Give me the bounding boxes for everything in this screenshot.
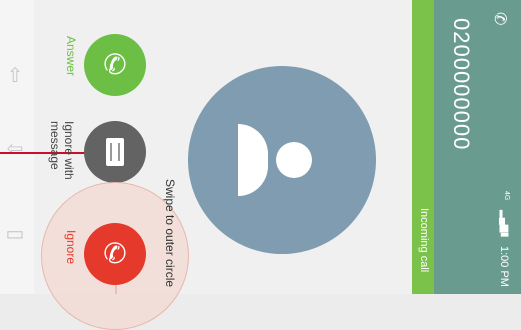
- message-icon: [106, 138, 124, 166]
- avatar-body-shape: [238, 124, 268, 196]
- signal-icon: ▂▄▆: [499, 210, 510, 233]
- swipe-hint: Swipe to outer circle: [163, 179, 177, 288]
- avatar-head-shape: [276, 142, 312, 178]
- phone-icon: ✆: [103, 49, 127, 80]
- ignore-with-message-label-line2: message: [48, 121, 62, 170]
- ignore-with-message-label-line1: Ignore with: [62, 121, 76, 180]
- answer-label: Answer: [64, 36, 78, 77]
- status-time: 1:00 PM: [498, 246, 510, 287]
- phone-hangup-icon: ✆: [103, 238, 127, 269]
- call-status-strip: Incoming call: [412, 0, 434, 294]
- caller-number: 0200000000: [449, 18, 474, 151]
- battery-icon: ▮: [499, 232, 510, 238]
- nav-bar: ⇧ ⇦ ▭: [0, 0, 34, 294]
- network-type-icon: 4G: [503, 191, 510, 201]
- ignore-with-message-button[interactable]: [84, 121, 146, 183]
- caller-header: 0200000000 ✆ 4G ▂▄▆ ▮ 1:00 PM: [434, 0, 521, 294]
- call-status-label: Incoming call: [418, 208, 430, 273]
- home-icon[interactable]: ⇧: [5, 64, 25, 88]
- call-indicator-icon: ✆: [491, 12, 508, 26]
- contact-avatar: [188, 66, 376, 254]
- answer-button[interactable]: ✆: [84, 34, 146, 96]
- recent-apps-icon[interactable]: ▭: [5, 222, 25, 246]
- back-icon[interactable]: ⇦: [5, 137, 25, 161]
- ignore-label: Ignore: [64, 230, 78, 265]
- ignore-button[interactable]: ✆: [84, 223, 146, 285]
